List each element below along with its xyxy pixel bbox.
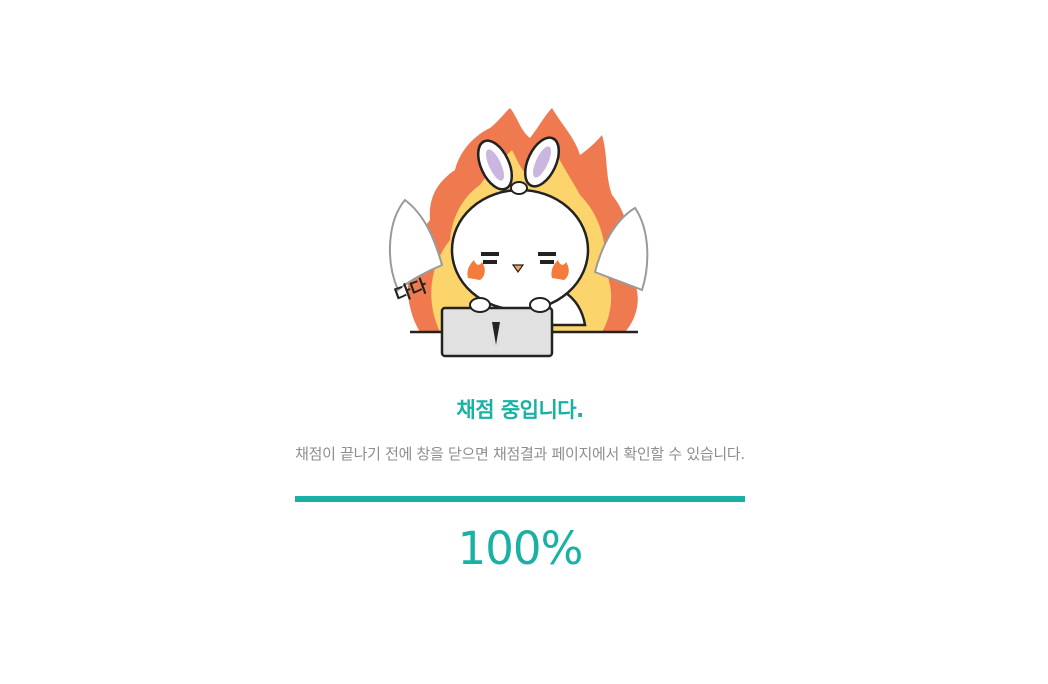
progress-bar-fill (295, 496, 745, 502)
progress-percent: 100% (457, 522, 584, 575)
grading-progress-page: 다다 채점 중입니다. 채점이 끝나기 전에 창을 닫으면 채점결과 페이지에서… (0, 0, 1048, 684)
bunny-head-shape (450, 188, 590, 312)
status-message: 채점이 끝나기 전에 창을 닫으면 채점결과 페이지에서 확인할 수 있습니다. (295, 445, 745, 463)
page-title: 채점 중입니다. (456, 398, 584, 422)
progress-bar (295, 496, 745, 502)
bunny-on-fire-laptop-icon: 다다 (388, 108, 649, 358)
